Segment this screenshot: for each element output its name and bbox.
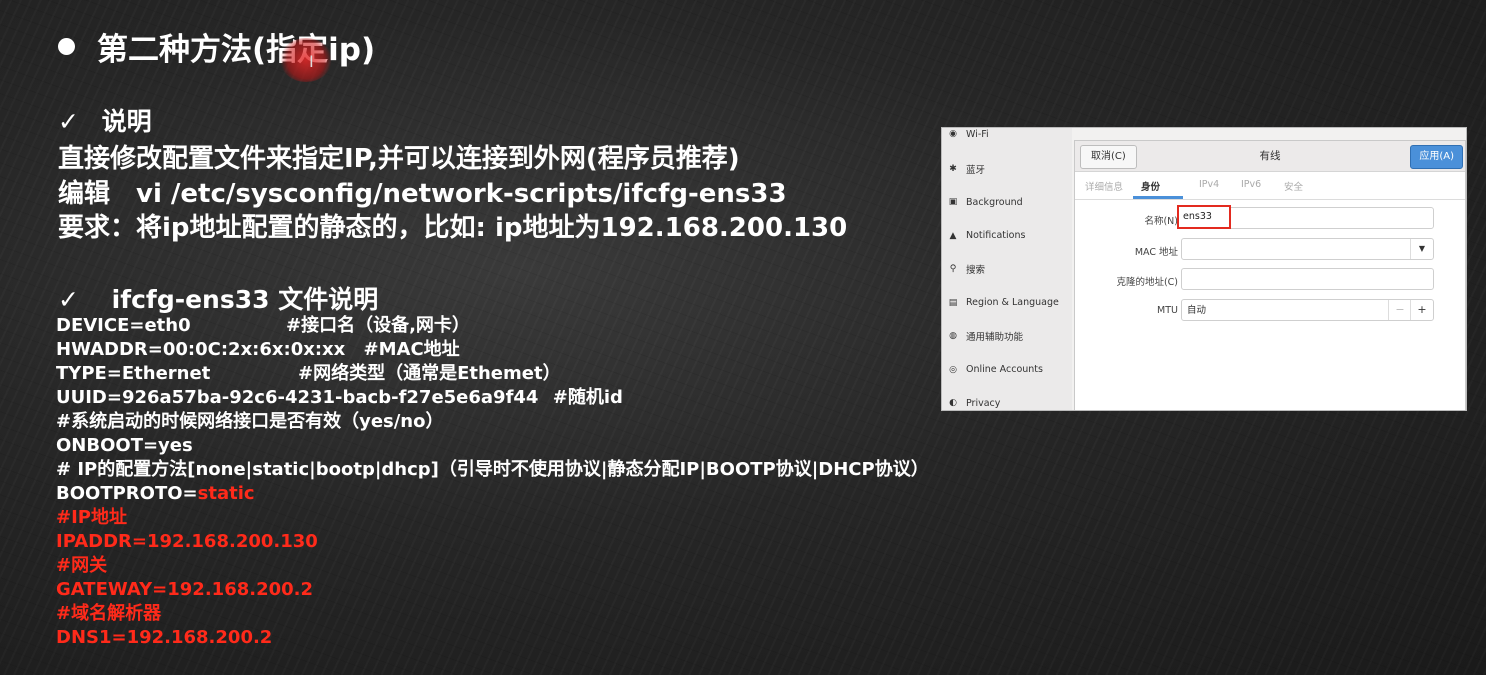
mtu-row: MTU 自动 − + <box>1075 299 1465 323</box>
mtu-field[interactable]: 自动 − + <box>1181 299 1434 321</box>
clone-label: 克隆的地址(C) <box>1116 277 1178 288</box>
wired-connection-dialog: 取消(C) 有线 应用(A) 详细信息 身份 IPv4 IPv6 安全 名称(N… <box>1074 140 1466 410</box>
bullet-icon <box>58 38 75 55</box>
code-line-ipaddr: IPADDR=192.168.200.130 <box>56 531 318 552</box>
plus-icon[interactable]: + <box>1410 300 1433 320</box>
tab-ipv4[interactable]: IPv4 <box>1199 179 1219 190</box>
sidebar-item-background[interactable]: ▣ Background <box>942 186 1072 220</box>
network-settings-screenshot: ◉ Wi-Fi ✱ 蓝牙 ▣ Background ▲ Notification… <box>941 127 1467 411</box>
code-line-dns: DNS1=192.168.200.2 <box>56 627 273 648</box>
code-comment-proto: # IP的配置方法[none|static|bootp|dhcp]（引导时不使用… <box>56 459 929 480</box>
apply-button[interactable]: 应用(A) <box>1410 145 1463 169</box>
active-tab-indicator <box>1133 196 1183 199</box>
description-line: 编辑 vi /etc/sysconfig/network-scripts/ifc… <box>58 179 787 209</box>
bluetooth-icon: ✱ <box>949 163 957 174</box>
section-file-heading: ✓ ifcfg-ens33 文件说明 <box>58 285 379 314</box>
sidebar-item-wifi[interactable]: ◉ Wi-Fi <box>942 128 1072 144</box>
code-line-hwaddr: HWADDR=00:0C:2x:6x:0x:xx #MAC地址 <box>56 339 460 360</box>
mtu-label: MTU <box>1157 305 1178 316</box>
dialog-header: 取消(C) 有线 应用(A) <box>1075 141 1465 172</box>
online-accounts-icon: ◎ <box>949 364 957 375</box>
sidebar-item-accessibility[interactable]: ◍ 通用辅助功能 <box>942 320 1072 354</box>
code-line-gateway: GATEWAY=192.168.200.2 <box>56 579 314 600</box>
code-line-bootproto: BOOTPROTO=static <box>56 483 255 504</box>
section-description-heading: ✓ 说明 <box>58 107 152 136</box>
clone-row: 克隆的地址(C) <box>1075 268 1465 292</box>
chevron-down-icon[interactable]: ▼ <box>1410 239 1433 259</box>
name-row: 名称(N) ens33 <box>1075 205 1465 231</box>
notifications-icon: ▲ <box>949 230 957 241</box>
name-field[interactable]: ens33 <box>1177 205 1231 229</box>
sidebar-item-search[interactable]: ⚲ 搜索 <box>942 253 1072 287</box>
cloned-address-field[interactable] <box>1181 268 1434 290</box>
sidebar-item-privacy[interactable]: ◐ Privacy <box>942 387 1072 411</box>
name-label: 名称(N) <box>1144 216 1178 227</box>
code-comment-dns: #域名解析器 <box>56 603 162 624</box>
tab-security[interactable]: 安全 <box>1284 179 1303 193</box>
code-line-type: TYPE=Ethernet <box>56 363 211 384</box>
sidebar-item-online-accounts[interactable]: ◎ Online Accounts <box>942 353 1072 387</box>
code-line-onboot: ONBOOT=yes <box>56 435 193 456</box>
code-comment-gateway: #网关 <box>56 555 108 576</box>
code-comment-device: #接口名（设备,网卡） <box>286 315 470 336</box>
tab-identity[interactable]: 身份 <box>1141 179 1160 193</box>
search-icon: ⚲ <box>949 264 957 275</box>
privacy-icon: ◐ <box>949 398 957 409</box>
cursor-highlight-icon <box>280 38 332 82</box>
dialog-title: 有线 <box>1259 150 1281 162</box>
settings-sidebar: ◉ Wi-Fi ✱ 蓝牙 ▣ Background ▲ Notification… <box>942 128 1072 410</box>
code-line-device: DEVICE=eth0 <box>56 315 191 336</box>
check-icon: ✓ <box>58 285 79 314</box>
mtu-value: 自动 <box>1187 305 1207 316</box>
mac-label: MAC 地址 <box>1134 247 1178 258</box>
mac-row: MAC 地址 ▼ <box>1075 238 1465 262</box>
code-comment-ip: #IP地址 <box>56 507 127 528</box>
description-line: 要求：将ip地址配置的静态的，比如: ip地址为192.168.200.130 <box>58 213 848 243</box>
mac-field[interactable]: ▼ <box>1181 238 1434 260</box>
sidebar-item-notifications[interactable]: ▲ Notifications <box>942 219 1072 253</box>
dialog-tabs: 详细信息 身份 IPv4 IPv6 安全 <box>1075 172 1465 200</box>
accessibility-icon: ◍ <box>949 331 957 342</box>
tab-ipv6[interactable]: IPv6 <box>1241 179 1261 190</box>
description-line: 直接修改配置文件来指定IP,并可以连接到外网(程序员推荐) <box>58 144 740 174</box>
code-line-uuid: UUID=926a57ba-92c6-4231-bacb-f27e5e6a9f4… <box>56 387 623 408</box>
minus-icon[interactable]: − <box>1388 300 1411 320</box>
background-icon: ▣ <box>948 197 958 208</box>
code-comment-type: #网络类型（通常是Ethemet） <box>298 363 561 384</box>
slide-title-text: 第二种方法(指定ip) <box>97 32 376 68</box>
check-icon: ✓ <box>58 107 79 136</box>
region-icon: ▤ <box>948 297 958 308</box>
sidebar-item-region[interactable]: ▤ Region & Language <box>942 286 1072 320</box>
text-cursor-icon: I <box>309 52 314 71</box>
tab-details[interactable]: 详细信息 <box>1085 179 1123 193</box>
sidebar-item-bluetooth[interactable]: ✱ 蓝牙 <box>942 152 1072 186</box>
code-comment-onboot: #系统启动的时候网络接口是否有效（yes/no） <box>56 411 444 432</box>
wifi-icon: ◉ <box>949 129 957 139</box>
